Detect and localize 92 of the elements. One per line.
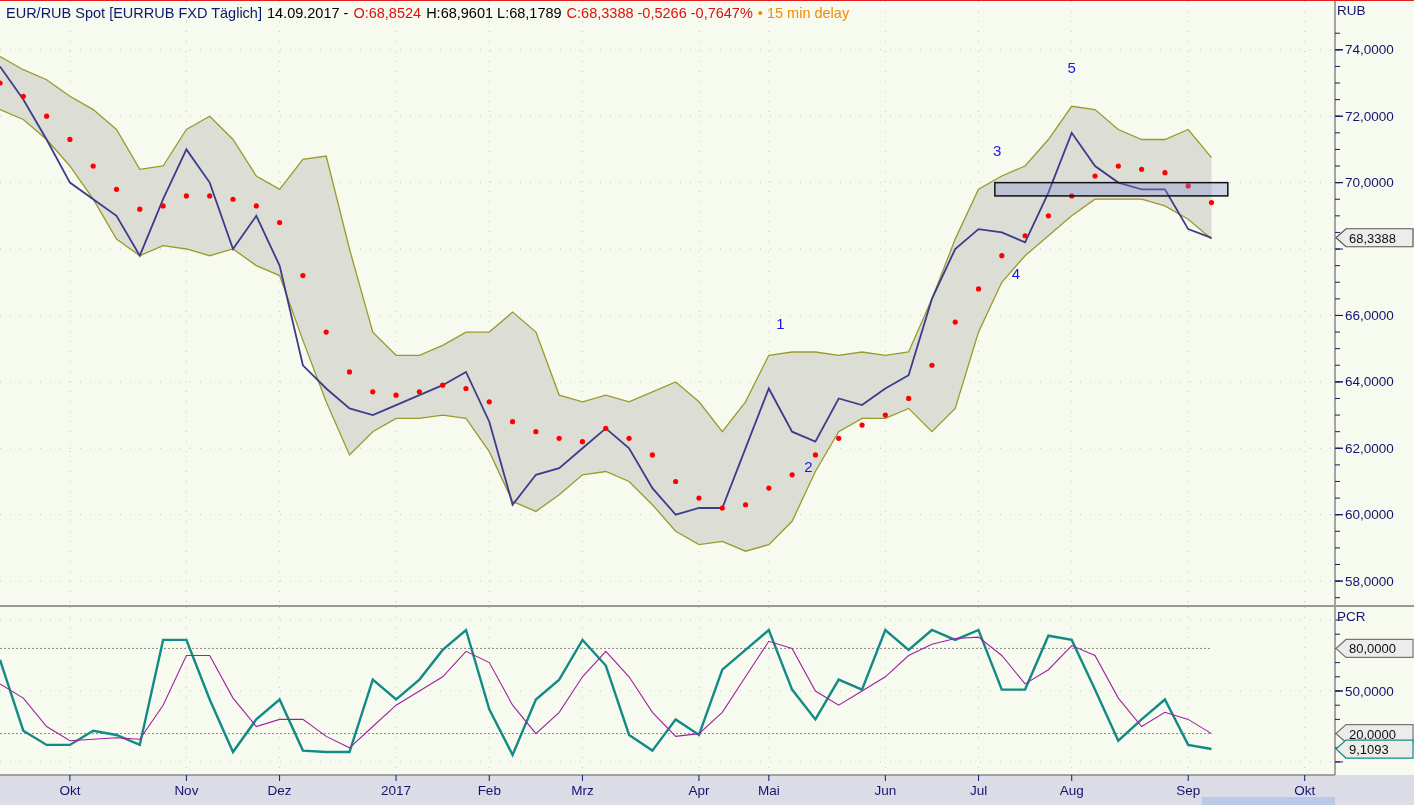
sar-dot <box>929 362 935 368</box>
sar-dot <box>207 193 213 199</box>
header-text: H:68,9601 L:68,1789 <box>426 5 562 21</box>
sar-dot <box>463 385 469 392</box>
sar-dot <box>300 273 306 279</box>
sar-dot <box>975 286 982 292</box>
axis-unit: RUB <box>1337 3 1366 18</box>
axis-label: 62,0000 <box>1345 440 1394 456</box>
wave-label: 2 <box>804 457 813 475</box>
sar-dot <box>509 419 516 425</box>
sar-dot <box>160 203 166 209</box>
sar-dot <box>649 452 655 458</box>
price-tag: 68,3388 <box>1335 228 1414 248</box>
sar-dot <box>556 435 562 441</box>
sar-dot <box>696 495 702 501</box>
sar-dot <box>1092 173 1098 179</box>
price-tag: 9,1093 <box>1335 739 1414 759</box>
axis-label: 72,0000 <box>1345 108 1394 124</box>
sar-dot <box>859 422 865 428</box>
sar-dot <box>44 113 50 119</box>
sar-dot <box>533 429 539 435</box>
axis-label: 66,0000 <box>1345 307 1394 323</box>
axis-label: Sep <box>1176 783 1201 798</box>
sar-dot <box>90 163 96 169</box>
sar-dot <box>113 186 120 192</box>
header-text: 14.09.2017 - <box>266 5 349 21</box>
sar-dot <box>766 485 772 491</box>
sar-dot <box>812 452 819 458</box>
sar-dot <box>277 219 283 226</box>
axis-label: Feb <box>477 783 501 798</box>
sar-dot <box>906 395 912 402</box>
sar-dot <box>346 369 353 375</box>
axis-label: Aug <box>1059 783 1084 798</box>
axis-label: 70,0000 <box>1345 175 1394 191</box>
header-text: C:68,3388 -0,5266 -0,7647% <box>566 5 753 21</box>
wave-label: 3 <box>993 142 1002 160</box>
sar-dot <box>230 196 236 202</box>
sar-dot <box>789 472 795 478</box>
sar-dot <box>1069 193 1075 199</box>
sar-dot <box>626 435 632 441</box>
sar-dot <box>20 93 26 99</box>
sar-dot <box>1139 166 1145 172</box>
price-tag: 80,0000 <box>1335 638 1414 659</box>
sar-dot <box>836 435 842 441</box>
wave-label: 5 <box>1067 59 1076 77</box>
sar-dot <box>603 425 609 431</box>
sar-dot <box>1162 170 1168 176</box>
axis-label: Jun <box>874 783 897 798</box>
sar-dot <box>370 389 376 395</box>
sar-dot <box>253 203 259 209</box>
sar-dot <box>486 399 492 405</box>
sar-dot <box>440 382 446 388</box>
sar-dot <box>393 392 399 398</box>
axis-label: Nov <box>174 783 199 798</box>
sar-dot <box>137 206 143 212</box>
header-text: EUR/RUB Spot [EURRUB FXD Täglich] <box>6 5 262 21</box>
sar-dot <box>1115 163 1121 169</box>
axis-label: 58,0000 <box>1345 573 1394 589</box>
sar-dot <box>1022 233 1028 239</box>
sar-dot <box>1045 213 1052 219</box>
header-text: O:68,8524 <box>353 5 422 21</box>
axis-label: Apr <box>688 783 710 798</box>
wave-label: 4 <box>1011 264 1020 282</box>
axis-label: 50,0000 <box>1345 683 1394 699</box>
sar-dot <box>882 412 888 418</box>
axis-label: Mai <box>757 783 780 798</box>
sar-dot <box>719 505 725 511</box>
sar-dot <box>999 253 1005 259</box>
sar-dot <box>323 329 329 335</box>
sar-dot <box>579 439 586 445</box>
axis-unit: PCR <box>1337 609 1366 624</box>
axis-label: Okt <box>1294 783 1316 798</box>
sar-dot <box>416 389 422 395</box>
axis-label: Mrz <box>571 783 594 798</box>
axis-label: 74,0000 <box>1345 42 1394 58</box>
axis-label: 64,0000 <box>1345 374 1394 390</box>
sar-dot <box>673 478 679 485</box>
sar-dot <box>952 319 958 325</box>
axis-label: 2017 <box>381 783 412 798</box>
wave-label: 1 <box>776 314 785 332</box>
header-text: • 15 min delay <box>757 5 850 21</box>
axis-label: Okt <box>59 783 81 798</box>
price-tag: 20,0000 <box>1335 723 1414 744</box>
sar-dot <box>1208 199 1215 206</box>
axis-label: Dez <box>267 783 292 798</box>
sar-dot <box>67 136 73 143</box>
sar-dot <box>742 502 749 508</box>
axis-label: 60,0000 <box>1345 507 1394 523</box>
sar-dot <box>1185 183 1191 189</box>
scrollbar-thumb[interactable] <box>1202 797 1335 805</box>
axis-label: Jul <box>969 783 988 798</box>
sar-dot <box>183 193 189 199</box>
